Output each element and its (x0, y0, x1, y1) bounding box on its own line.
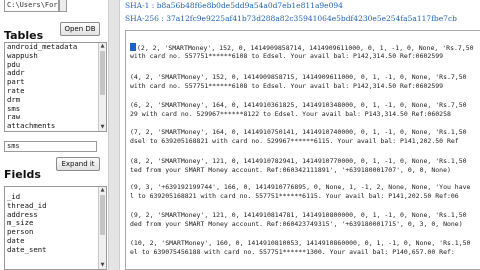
open-db-button[interactable]: Open DB (60, 22, 100, 36)
record-line: (4, 2, 'SMARTMoney', 152, 0, 14149098587… (130, 73, 467, 81)
table-item[interactable]: rate (5, 86, 106, 96)
record-line: el to 639075456188 with card no. 557751*… (130, 248, 455, 256)
scroll-up-icon[interactable]: ▲ (99, 43, 106, 50)
fields-heading: Fields (4, 168, 41, 181)
record-line: (10, 2, 'SMARTMoney', 160, 0, 1414910810… (130, 239, 471, 247)
record-line: ted from your SMART Money account. Ref:0… (130, 166, 451, 174)
query-results[interactable]: (2, 2, 'SMARTMoney', 152, 0, 14149098587… (125, 30, 480, 270)
sha256-hash: SHA-256 : 37a12fc9e9225af41b73d288a82c35… (125, 14, 457, 23)
field-item[interactable]: date_sent (5, 245, 106, 255)
record-line: dsel to 639205168821 with card no. 52996… (130, 137, 459, 145)
record-line: (9, 2, 'SMARTMoney', 121, 0, 14149108147… (130, 211, 467, 219)
record-line: with card no. 557751******6108 to Edsel.… (130, 82, 444, 90)
expand-it-button[interactable]: Expand it (56, 157, 100, 171)
text-cursor (130, 43, 136, 51)
pane-splitter[interactable] (108, 0, 120, 270)
record-line: (7, 2, 'SMARTMoney', 164, 0, 14149107501… (130, 128, 467, 136)
path-scrollbar[interactable] (59, 0, 67, 12)
scroll-thumb[interactable] (100, 51, 105, 95)
scroll-thumb[interactable] (100, 195, 105, 235)
record-line: ded from your SMART Money account. Ref:0… (130, 220, 463, 228)
record-line: with card no. 557751******6108 to Edsel.… (130, 52, 444, 60)
right-pane: SHA-1 : b8a56b48f6e8b0de5dd9a54a0d7eb1e8… (120, 0, 480, 270)
sha1-hash: SHA-1 : b8a56b48f6e8b0de5dd9a54a0d7eb1e8… (125, 1, 343, 10)
record-line: (8, 2, 'SMARTMoney', 121, 0, 14149107829… (130, 157, 467, 165)
scroll-down-icon[interactable]: ▼ (99, 262, 106, 269)
fields-scrollbar[interactable]: ▲ ▼ (98, 187, 106, 269)
record-line: 29 with card no. 529967******8122 to Eds… (130, 110, 451, 118)
table-item[interactable]: drm (5, 95, 106, 105)
record-line: l to 639205168821 with card no. 557751**… (130, 192, 459, 200)
record-line: (9, 3, '+639192199744', 166, 0, 14149107… (130, 183, 471, 191)
record-line: (6, 2, 'SMARTMoney', 164, 0, 14149103618… (130, 101, 467, 109)
table-item[interactable]: sms (5, 104, 106, 114)
table-name-input[interactable]: sms (4, 141, 97, 152)
table-item[interactable]: attachments (5, 121, 106, 131)
scroll-up-icon[interactable]: ▲ (99, 187, 106, 194)
tables-list[interactable]: android_metadata wappush pdu addr part r… (4, 42, 107, 132)
left-pane: C:\Users\Forensics\Desk Open DB Tables a… (0, 0, 107, 270)
path-field[interactable]: C:\Users\Forensics\Desk (4, 0, 59, 12)
table-item[interactable]: wappush (5, 51, 106, 61)
tables-heading: Tables (4, 29, 44, 42)
scroll-down-icon[interactable]: ▼ (99, 124, 106, 131)
tables-scrollbar[interactable]: ▲ ▼ (98, 43, 106, 131)
fields-list[interactable]: _id thread_id address m_size person date… (4, 186, 107, 270)
